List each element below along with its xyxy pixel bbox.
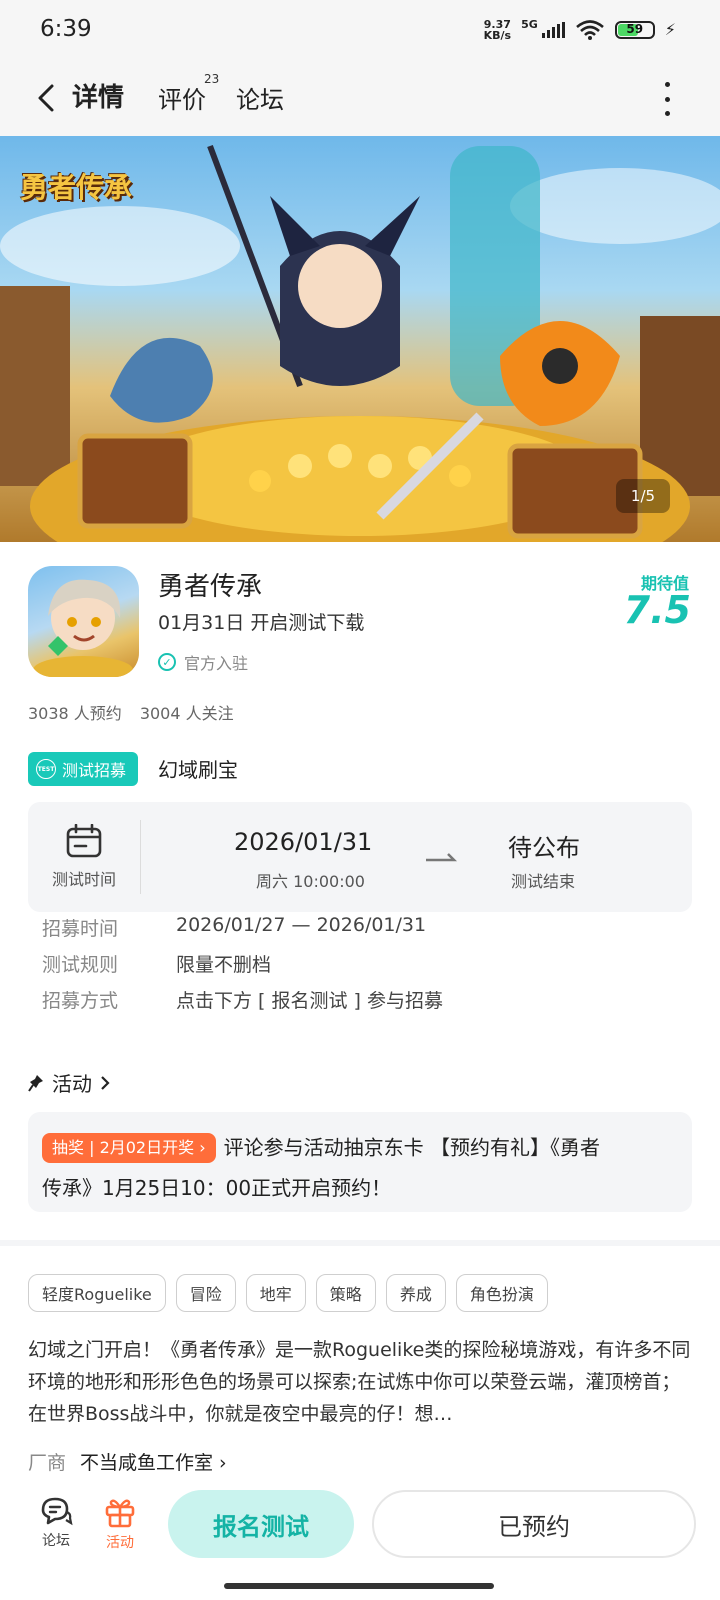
info-row-recruit-time: 招募时间 2026/01/27 — 2026/01/31 bbox=[42, 914, 426, 941]
net-speed-value: 9.37 bbox=[483, 17, 511, 31]
wifi-icon bbox=[575, 19, 604, 40]
chevron-right-icon bbox=[101, 1075, 110, 1090]
info-row-test-rule: 测试规则 限量不删档 bbox=[42, 950, 271, 977]
status-bar: 6:39 9.37 KB/s 5G 59 ⚡ bbox=[0, 0, 720, 62]
activity-button[interactable]: 活动 bbox=[90, 1496, 150, 1552]
activity-card[interactable]: 抽奖 | 2月02日开奖 › 评论参与活动抽京东卡 【预约有礼】《勇者 传承》1月… bbox=[28, 1112, 692, 1212]
forum-button[interactable]: 论坛 bbox=[26, 1496, 86, 1550]
home-indicator[interactable] bbox=[224, 1583, 494, 1589]
activity-section-link[interactable]: 活动 bbox=[28, 1068, 110, 1097]
activity-text-line1: 评论参与活动抽京东卡 【预约有礼】《勇者 bbox=[223, 1135, 600, 1160]
status-time: 6:39 bbox=[40, 16, 92, 42]
back-button[interactable] bbox=[26, 78, 66, 118]
info-key: 测试规则 bbox=[42, 954, 119, 976]
top-nav: 详情 评价 23 论坛 bbox=[0, 62, 720, 136]
tab-review-label: 评价 bbox=[158, 86, 206, 114]
activity-text-line2: 传承》1月25日10：00正式开启预约！ bbox=[42, 1175, 392, 1200]
game-description[interactable]: 幻域之门开启！《勇者传承》是一款Roguelike类的探险秘境游戏，有许多不同环… bbox=[28, 1334, 692, 1430]
game-stats: 3038 人预约 3004 人关注 bbox=[28, 700, 234, 724]
check-icon: ✓ bbox=[158, 653, 176, 671]
calendar-icon bbox=[66, 824, 102, 858]
activity-heading: 活动 bbox=[52, 1072, 92, 1096]
tab-detail[interactable]: 详情 bbox=[69, 77, 127, 114]
forum-icon bbox=[41, 1497, 73, 1526]
recruit-badge-label: 测试招募 bbox=[62, 761, 127, 780]
banner-page-counter: 1/5 bbox=[616, 479, 670, 513]
divider bbox=[140, 820, 141, 894]
info-key: 招募方式 bbox=[42, 990, 119, 1012]
banner-carousel[interactable]: 勇者传承 1/5 bbox=[0, 136, 720, 542]
vendor-name: 不当咸鱼工作室 › bbox=[80, 1452, 227, 1474]
pin-icon bbox=[28, 1074, 43, 1092]
test-start-time: 周六 10:00:00 bbox=[256, 872, 365, 891]
tag-chip[interactable]: 角色扮演 bbox=[455, 1274, 548, 1312]
info-value: 点击下方 [ 报名测试 ] 参与招募 bbox=[176, 990, 443, 1012]
recruit-name: 幻域刷宝 bbox=[158, 758, 238, 782]
test-icon: TEST bbox=[36, 759, 56, 779]
more-menu-button[interactable] bbox=[660, 82, 674, 116]
tag-chip[interactable]: 养成 bbox=[385, 1274, 446, 1312]
recruit-badge: TEST 测试招募 bbox=[28, 752, 139, 786]
battery-level: 59 bbox=[626, 21, 644, 36]
test-start-date: 2026/01/31 bbox=[234, 828, 373, 856]
signup-test-button[interactable]: 报名测试 bbox=[168, 1490, 354, 1558]
game-icon-art bbox=[33, 579, 133, 677]
bottom-action-bar: 论坛 活动 报名测试 已预约 bbox=[0, 1480, 720, 1600]
tab-forum[interactable]: 论坛 bbox=[236, 80, 284, 115]
tag-chip[interactable]: 策略 bbox=[315, 1274, 376, 1312]
back-arrow-icon bbox=[38, 84, 54, 112]
official-label: 官方入驻 bbox=[184, 654, 249, 673]
review-count-badge: 23 bbox=[204, 72, 220, 86]
vendor-row[interactable]: 厂商 不当咸鱼工作室 › bbox=[28, 1448, 227, 1475]
reservation-count: 3038 人预约 bbox=[28, 704, 122, 723]
tag-chip[interactable]: 轻度Roguelike bbox=[28, 1274, 166, 1312]
test-end-label: 测试结束 bbox=[511, 872, 576, 891]
game-title: 勇者传承 bbox=[158, 572, 263, 602]
net-speed: 9.37 KB/s bbox=[484, 19, 511, 41]
gift-icon bbox=[105, 1499, 135, 1528]
network-type: 5G bbox=[521, 18, 538, 31]
test-time-label: 测试时间 bbox=[51, 870, 116, 889]
reserved-button[interactable]: 已预约 bbox=[372, 1490, 696, 1558]
game-icon bbox=[28, 566, 139, 677]
arrow-icon bbox=[426, 853, 458, 862]
battery-icon: 59 bbox=[614, 20, 655, 39]
tag-chip[interactable]: 地牢 bbox=[245, 1274, 306, 1312]
activity-label: 活动 bbox=[106, 1535, 134, 1551]
lottery-tag[interactable]: 抽奖 | 2月02日开奖 › bbox=[42, 1132, 216, 1163]
test-time-card: 测试时间 2026/01/31 周六 10:00:00 待公布 测试结束 bbox=[28, 802, 692, 912]
game-tags: 轻度Roguelike 冒险 地牢 策略 养成 角色扮演 bbox=[28, 1274, 548, 1312]
test-date-line: 01月31日 开启测试下载 bbox=[158, 612, 365, 634]
official-badge: ✓ 官方入驻 bbox=[158, 650, 248, 674]
expect-score: 7.5 bbox=[623, 588, 691, 632]
net-speed-unit: KB/s bbox=[483, 28, 512, 42]
activity-text: 抽奖 | 2月02日开奖 › 评论参与活动抽京东卡 【预约有礼】《勇者 传承》1月… bbox=[42, 1126, 678, 1208]
info-key: 招募时间 bbox=[42, 918, 119, 940]
info-row-recruit-method: 招募方式 点击下方 [ 报名测试 ] 参与招募 bbox=[42, 986, 443, 1013]
tab-review[interactable]: 评价 23 bbox=[158, 72, 219, 115]
signal-icon bbox=[541, 21, 565, 38]
banner-logo: 勇者传承 bbox=[20, 171, 133, 204]
test-time-label-block: 测试时间 bbox=[28, 802, 140, 912]
info-value: 限量不删档 bbox=[176, 954, 272, 976]
test-end-status: 待公布 bbox=[508, 834, 580, 862]
status-icons: 9.37 KB/s 5G 59 ⚡ bbox=[484, 18, 676, 41]
info-value: 2026/01/27 — 2026/01/31 bbox=[176, 914, 427, 936]
tag-chip[interactable]: 冒险 bbox=[175, 1274, 236, 1312]
forum-label: 论坛 bbox=[42, 1533, 70, 1549]
vendor-label: 厂商 bbox=[28, 1452, 67, 1474]
follower-count: 3004 人关注 bbox=[139, 704, 234, 723]
section-divider bbox=[0, 1240, 720, 1246]
charging-icon: ⚡ bbox=[664, 20, 676, 39]
